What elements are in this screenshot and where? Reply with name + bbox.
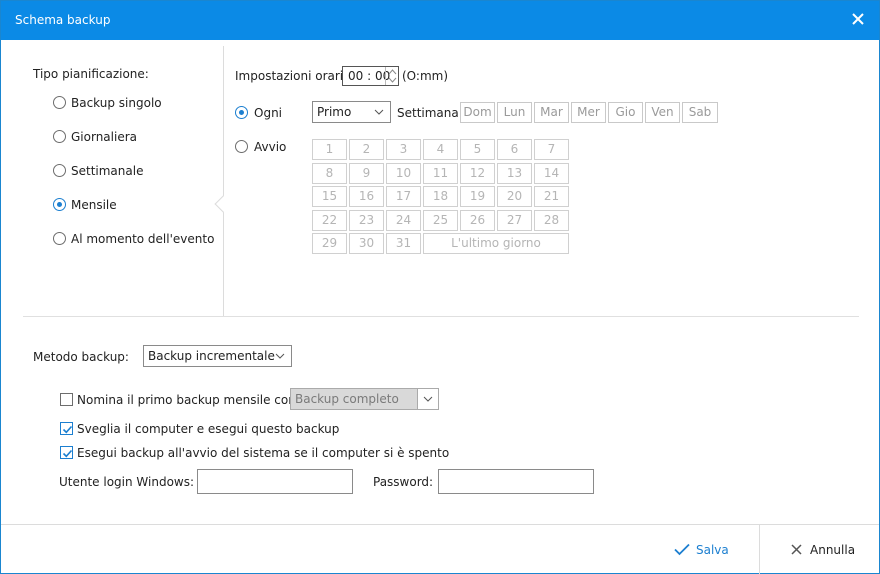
day-cell[interactable]: 21: [534, 186, 569, 207]
wake-checkbox[interactable]: [60, 422, 73, 435]
weekday-button[interactable]: Mar: [534, 102, 569, 123]
day-cell[interactable]: 2: [349, 139, 384, 160]
first-full-value: Backup completo: [295, 392, 399, 406]
day-cell[interactable]: 6: [497, 139, 532, 160]
close-icon[interactable]: [851, 12, 865, 26]
day-cell[interactable]: 29: [312, 233, 347, 254]
time-label: Impostazioni orario: [235, 69, 351, 83]
first-full-select[interactable]: Backup completo: [290, 388, 439, 410]
chevron-down-icon: [423, 396, 433, 402]
radio-weekly[interactable]: [53, 164, 66, 177]
title-bar: Schema backup: [1, 1, 879, 40]
chevron-down-icon: [275, 353, 285, 359]
window-title: Schema backup: [15, 13, 111, 27]
day-cell[interactable]: 7: [534, 139, 569, 160]
chevron-down-icon: [374, 109, 384, 115]
day-cell[interactable]: 13: [497, 163, 532, 184]
method-label: Metodo backup:: [33, 350, 129, 364]
weekday-button[interactable]: Ven: [645, 102, 680, 123]
every-label: Ogni: [254, 106, 283, 120]
weekday-button[interactable]: Dom: [460, 102, 495, 123]
day-cell[interactable]: 12: [460, 163, 495, 184]
day-cell[interactable]: 22: [312, 210, 347, 231]
day-cell[interactable]: 26: [460, 210, 495, 231]
radio-day-of-month[interactable]: [235, 140, 248, 153]
run-at-boot-checkbox[interactable]: [60, 446, 73, 459]
schedule-type-label: Tipo pianificazione:: [33, 67, 149, 81]
schedule-dialog: Schema backup Tipo pianificazione: Backu…: [0, 0, 880, 574]
day-cell[interactable]: 18: [423, 186, 458, 207]
password-label: Password:: [373, 475, 434, 489]
spin-down-icon: [388, 77, 397, 83]
radio-daily[interactable]: [53, 130, 66, 143]
radio-monthly[interactable]: [53, 198, 66, 211]
radio-every[interactable]: [235, 106, 248, 119]
password-input[interactable]: [438, 469, 594, 494]
time-format-hint: (O:mm): [402, 69, 449, 83]
first-full-checkbox[interactable]: [60, 393, 73, 406]
weekday-button[interactable]: Gio: [608, 102, 643, 123]
day-cell[interactable]: 27: [497, 210, 532, 231]
radio-single-backup[interactable]: [53, 96, 66, 109]
run-at-boot-label: Esegui backup all'avvio del sistema se i…: [77, 446, 450, 460]
cancel-button[interactable]: Annulla: [760, 525, 879, 574]
day-cell[interactable]: 15: [312, 186, 347, 207]
day-cell[interactable]: 24: [386, 210, 421, 231]
ordinal-value: Primo: [317, 105, 352, 119]
day-of-month-label: Avvio: [254, 140, 287, 154]
option-label: Mensile: [71, 198, 117, 212]
ordinal-select[interactable]: Primo: [312, 101, 391, 123]
option-label: Giornaliera: [71, 130, 137, 144]
check-icon: [674, 543, 690, 556]
first-full-label: Nomina il primo backup mensile come: [77, 393, 308, 407]
weekday-button[interactable]: Mer: [571, 102, 606, 123]
time-input[interactable]: 00 : 00: [342, 66, 399, 86]
day-cell[interactable]: 30: [349, 233, 384, 254]
day-cell[interactable]: 3: [386, 139, 421, 160]
time-spinner[interactable]: [385, 67, 398, 85]
wake-label: Sveglia il computer e esegui questo back…: [77, 422, 340, 436]
method-value: Backup incrementale: [148, 349, 275, 363]
weekday-button[interactable]: Lun: [497, 102, 532, 123]
day-cell[interactable]: 10: [386, 163, 421, 184]
day-cell[interactable]: 9: [349, 163, 384, 184]
week-label: Settimana: [397, 106, 459, 120]
method-select[interactable]: Backup incrementale: [143, 345, 292, 367]
panel-divider: [223, 46, 224, 316]
windows-user-label: Utente login Windows:: [59, 475, 195, 489]
day-cell[interactable]: 1: [312, 139, 347, 160]
day-cell[interactable]: 16: [349, 186, 384, 207]
spin-up-icon: [388, 69, 397, 75]
close-icon: [791, 544, 802, 555]
check-icon: [62, 425, 73, 434]
cancel-label: Annulla: [810, 543, 856, 557]
save-label: Salva: [696, 543, 729, 557]
check-icon: [62, 449, 73, 458]
option-label: Backup singolo: [71, 96, 162, 110]
time-value: 00 : 00: [348, 69, 391, 83]
day-cell[interactable]: 4: [423, 139, 458, 160]
section-divider: [23, 316, 859, 317]
day-cell[interactable]: 14: [534, 163, 569, 184]
day-cell[interactable]: 8: [312, 163, 347, 184]
day-cell[interactable]: 23: [349, 210, 384, 231]
day-cell[interactable]: 5: [460, 139, 495, 160]
option-label: Al momento dell'evento: [71, 232, 215, 246]
windows-user-input[interactable]: [197, 469, 353, 494]
last-day-cell[interactable]: L'ultimo giorno: [423, 233, 569, 254]
day-cell[interactable]: 19: [460, 186, 495, 207]
weekday-button[interactable]: Sab: [682, 102, 718, 123]
radio-on-event[interactable]: [53, 232, 66, 245]
day-cell[interactable]: 31: [386, 233, 421, 254]
day-cell[interactable]: 28: [534, 210, 569, 231]
day-cell[interactable]: 11: [423, 163, 458, 184]
option-label: Settimanale: [71, 164, 144, 178]
selection-pointer: [214, 195, 232, 213]
save-button[interactable]: Salva: [641, 525, 759, 574]
day-cell[interactable]: 17: [386, 186, 421, 207]
day-cell[interactable]: 20: [497, 186, 532, 207]
day-cell[interactable]: 25: [423, 210, 458, 231]
